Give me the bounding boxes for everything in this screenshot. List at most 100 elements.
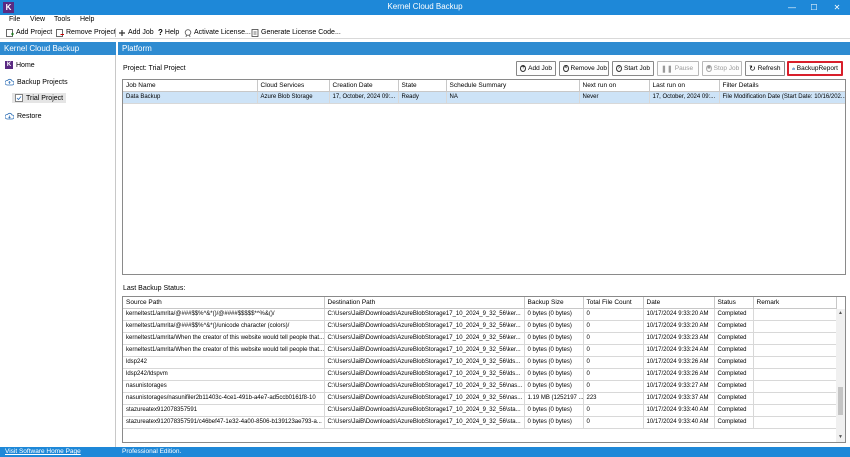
maximize-button[interactable]: ☐ bbox=[803, 0, 825, 15]
column-header[interactable]: Total File Count bbox=[583, 297, 644, 309]
table-row[interactable]: ldsp242 C:\Users\JaiB\Downloads\AzureBlob… bbox=[123, 356, 837, 369]
remove-job-button[interactable]: × Remove Job bbox=[559, 61, 609, 76]
file-count-cell: 0 bbox=[583, 344, 644, 357]
generate-license-label: Generate License Code... bbox=[261, 29, 341, 36]
help-button[interactable]: ? Help bbox=[158, 27, 179, 38]
remove-project-button[interactable]: Remove Project bbox=[56, 27, 116, 38]
remark-cell bbox=[753, 344, 837, 357]
scroll-thumb[interactable] bbox=[838, 387, 843, 415]
cloud-download-icon bbox=[5, 112, 14, 120]
table-row[interactable]: kerneltest1/amrita/@###$$%^&*()/unicode … bbox=[123, 320, 837, 333]
column-header[interactable]: Backup Size bbox=[524, 297, 584, 309]
file-count-cell: 223 bbox=[583, 392, 644, 405]
column-header[interactable]: Filter Details bbox=[719, 80, 845, 92]
destination-path-cell: C:\Users\JaiB\Downloads\AzureBlobStorage… bbox=[324, 368, 525, 381]
pause-icon: ❚❚ bbox=[661, 65, 673, 73]
refresh-button[interactable]: ↻ Refresh bbox=[745, 61, 785, 76]
table-row[interactable]: stazureatex912078357591 C:\Users\JaiB\Dow… bbox=[123, 404, 837, 417]
column-header[interactable]: Last run on bbox=[649, 80, 720, 92]
source-path-cell: ldsp242 bbox=[123, 356, 325, 369]
backup-size-cell: 0 bytes (0 bytes) bbox=[524, 368, 584, 381]
column-header[interactable]: Cloud Services bbox=[257, 80, 330, 92]
stop-job-label: Stop Job bbox=[713, 65, 740, 72]
status-cell: Completed bbox=[714, 356, 754, 369]
refresh-icon: ↻ bbox=[749, 64, 756, 73]
add-job-button[interactable]: + Add Job bbox=[516, 61, 556, 76]
file-count-cell: 0 bbox=[583, 308, 644, 321]
column-header[interactable]: State bbox=[398, 80, 447, 92]
table-row[interactable]: kerneltest1/amrita/When the creator of t… bbox=[123, 332, 837, 345]
remark-cell bbox=[753, 380, 837, 393]
close-button[interactable]: ✕ bbox=[826, 0, 848, 15]
help-label: Help bbox=[164, 29, 180, 36]
start-job-button[interactable]: › Start Job bbox=[612, 61, 654, 76]
column-header[interactable]: Source Path bbox=[123, 297, 325, 309]
stop-icon: ■ bbox=[706, 65, 712, 72]
date-cell: 10/17/2024 9:33:23 AM bbox=[643, 332, 715, 345]
status-table-header: Source Path Destination Path Backup Size… bbox=[123, 297, 837, 309]
menu-file[interactable]: File bbox=[9, 16, 20, 23]
column-header[interactable]: Remark bbox=[753, 297, 837, 309]
stop-job-button[interactable]: ■ Stop Job bbox=[702, 61, 742, 76]
table-row[interactable]: nasunistorages/nasunifiler2b11403c-4ce1-… bbox=[123, 392, 837, 405]
column-header[interactable]: Next run on bbox=[579, 80, 650, 92]
status-table-body: kerneltest1/amrita/@###$$%^&*()/@####$$$… bbox=[123, 308, 837, 429]
jobs-table-header: Job Name Cloud Services Creation Date St… bbox=[123, 80, 845, 92]
minimize-button[interactable]: — bbox=[781, 0, 803, 15]
table-row[interactable]: kerneltest1/amrita/@###$$%^&*()/@####$$$… bbox=[123, 308, 837, 321]
status-cell: Completed bbox=[714, 404, 754, 417]
sidebar-item-trial-project[interactable]: Trial Project bbox=[12, 93, 67, 103]
add-job-toolbar-button[interactable]: Add Job bbox=[118, 27, 154, 38]
menu-bar: File View Tools Help bbox=[0, 15, 850, 25]
column-header[interactable]: Status bbox=[714, 297, 754, 309]
home-page-link[interactable]: Visit Software Home Page bbox=[5, 448, 81, 455]
source-path-cell: stazureatex912078357591/c46bef47-1e32-4a… bbox=[123, 416, 325, 429]
file-count-cell: 0 bbox=[583, 356, 644, 369]
menu-view[interactable]: View bbox=[30, 16, 45, 23]
column-header[interactable]: Date bbox=[643, 297, 715, 309]
sidebar-item-home[interactable]: K Home bbox=[5, 61, 35, 69]
scroll-down-icon[interactable]: ▼ bbox=[836, 433, 845, 442]
remove-job-label: Remove Job bbox=[570, 65, 608, 72]
generate-license-button[interactable]: Generate License Code... bbox=[251, 27, 341, 38]
sidebar-item-restore[interactable]: Restore bbox=[5, 112, 42, 120]
column-header[interactable]: Schedule Summary bbox=[446, 80, 580, 92]
cloud-upload-icon bbox=[5, 78, 14, 86]
menu-help[interactable]: Help bbox=[80, 16, 94, 23]
remark-cell bbox=[753, 356, 837, 369]
column-header[interactable]: Destination Path bbox=[324, 297, 525, 309]
state-cell: Ready bbox=[398, 91, 447, 104]
date-cell: 10/17/2024 9:33:20 AM bbox=[643, 308, 715, 321]
sidebar-item-label: Backup Projects bbox=[17, 78, 68, 86]
destination-path-cell: C:\Users\JaiB\Downloads\AzureBlobStorage… bbox=[324, 404, 525, 417]
remark-cell bbox=[753, 308, 837, 321]
backup-size-cell: 0 bytes (0 bytes) bbox=[524, 380, 584, 393]
table-row[interactable]: nasunistorages C:\Users\JaiB\Downloads\Az… bbox=[123, 380, 837, 393]
table-row[interactable]: Data Backup Azure Blob Storage 17, Octob… bbox=[123, 91, 845, 104]
backup-report-button[interactable]: BackupReport bbox=[787, 61, 843, 76]
date-cell: 10/17/2024 9:33:40 AM bbox=[643, 416, 715, 429]
file-count-cell: 0 bbox=[583, 380, 644, 393]
table-row[interactable]: kerneltest1/amrita/When the creator of t… bbox=[123, 344, 837, 357]
add-project-label: Add Project bbox=[16, 29, 53, 36]
add-project-button[interactable]: Add Project bbox=[6, 27, 52, 38]
file-count-cell: 0 bbox=[583, 404, 644, 417]
column-header[interactable]: Creation Date bbox=[329, 80, 399, 92]
activate-license-button[interactable]: Activate License... bbox=[184, 27, 251, 38]
file-count-cell: 0 bbox=[583, 320, 644, 333]
table-row[interactable]: stazureatex912078357591/c46bef47-1e32-4a… bbox=[123, 416, 837, 429]
status-cell: Completed bbox=[714, 392, 754, 405]
backup-report-label: BackupReport bbox=[796, 65, 838, 72]
sidebar-item-label: Home bbox=[16, 61, 35, 69]
backup-size-cell: 0 bytes (0 bytes) bbox=[524, 404, 584, 417]
status-cell: Completed bbox=[714, 344, 754, 357]
pause-button[interactable]: ❚❚ Pause bbox=[657, 61, 699, 76]
sidebar-item-backup-projects[interactable]: Backup Projects bbox=[5, 78, 68, 86]
source-path-cell: kerneltest1/amrita/When the creator of t… bbox=[123, 344, 325, 357]
menu-tools[interactable]: Tools bbox=[54, 16, 70, 23]
vertical-scrollbar[interactable]: ▲ ▼ bbox=[836, 309, 845, 442]
table-row[interactable]: ldsp242/ldspvm C:\Users\JaiB\Downloads\Az… bbox=[123, 368, 837, 381]
column-header[interactable]: Job Name bbox=[123, 80, 258, 92]
scroll-up-icon[interactable]: ▲ bbox=[836, 309, 845, 318]
remark-cell bbox=[753, 416, 837, 429]
